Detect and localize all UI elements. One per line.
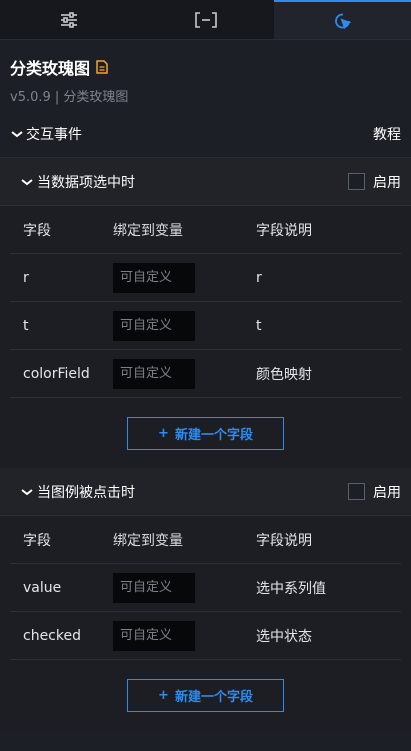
enable-label: 启用 bbox=[373, 174, 401, 191]
table-row: t t bbox=[10, 302, 401, 350]
field-description: r bbox=[256, 269, 262, 286]
variable-input[interactable] bbox=[113, 262, 195, 293]
chevron-down-icon bbox=[21, 178, 33, 185]
sliders-icon bbox=[60, 11, 77, 28]
column-header-variable: 绑定到变量 bbox=[113, 222, 183, 239]
event-item-selected: 当数据项选中时 启用 字段 绑定到变量 字段说明 r r t t colorFi… bbox=[0, 158, 411, 468]
column-header-description: 字段说明 bbox=[256, 222, 312, 239]
table-header: 字段 绑定到变量 字段说明 bbox=[10, 206, 401, 254]
bracket-icon bbox=[194, 11, 217, 28]
add-field-label: 新建一个字段 bbox=[174, 427, 253, 443]
column-header-description: 字段说明 bbox=[256, 532, 312, 549]
variable-input[interactable] bbox=[113, 572, 195, 603]
field-name: checked bbox=[23, 627, 81, 644]
tab-interaction[interactable] bbox=[274, 0, 411, 39]
chevron-down-icon bbox=[11, 130, 23, 137]
chevron-down-icon bbox=[21, 488, 33, 495]
component-title: 分类玫瑰图 bbox=[10, 59, 91, 78]
field-description: 选中状态 bbox=[256, 628, 312, 645]
field-name: colorField bbox=[23, 365, 90, 382]
plus-icon: + bbox=[158, 687, 169, 703]
table-row: colorField 颜色映射 bbox=[10, 350, 401, 398]
enable-checkbox[interactable] bbox=[348, 483, 365, 500]
field-description: 颜色映射 bbox=[256, 366, 312, 383]
tutorial-link[interactable]: 教程 bbox=[373, 124, 401, 144]
add-field-button[interactable]: + 新建一个字段 bbox=[127, 678, 284, 712]
table-header: 字段 绑定到变量 字段说明 bbox=[10, 516, 401, 564]
table-row: checked 选中状态 bbox=[10, 612, 401, 660]
enable-checkbox[interactable] bbox=[348, 173, 365, 190]
field-name: r bbox=[23, 269, 29, 286]
document-icon[interactable] bbox=[96, 60, 108, 74]
event-title: 当数据项选中时 bbox=[37, 174, 135, 191]
table-row: value 选中系列值 bbox=[10, 564, 401, 612]
table-row: r r bbox=[10, 254, 401, 302]
variable-input[interactable] bbox=[113, 310, 195, 341]
column-header-field: 字段 bbox=[23, 532, 51, 549]
event-header[interactable]: 当数据项选中时 启用 bbox=[0, 158, 411, 206]
plus-icon: + bbox=[158, 425, 169, 441]
interaction-icon bbox=[334, 13, 351, 29]
field-table: 字段 绑定到变量 字段说明 r r t t colorField 颜色映射 bbox=[0, 206, 411, 398]
field-name: t bbox=[23, 317, 29, 334]
component-header: 分类玫瑰图 v5.0.9 | 分类玫瑰图 bbox=[0, 40, 411, 110]
field-name: value bbox=[23, 579, 62, 596]
tab-data[interactable] bbox=[137, 0, 274, 39]
event-header[interactable]: 当图例被点击时 启用 bbox=[0, 468, 411, 516]
interaction-section-header[interactable]: 交互事件 教程 bbox=[0, 110, 411, 158]
component-version: v5.0.9 | 分类玫瑰图 bbox=[10, 90, 129, 105]
add-field-label: 新建一个字段 bbox=[174, 689, 253, 705]
variable-input[interactable] bbox=[113, 358, 195, 389]
field-table: 字段 绑定到变量 字段说明 value 选中系列值 checked 选中状态 bbox=[0, 516, 411, 660]
tab-style[interactable] bbox=[0, 0, 137, 39]
event-title: 当图例被点击时 bbox=[37, 484, 135, 501]
column-header-variable: 绑定到变量 bbox=[113, 532, 183, 549]
panel-tabs bbox=[0, 0, 411, 40]
event-legend-click: 当图例被点击时 启用 字段 绑定到变量 字段说明 value 选中系列值 che… bbox=[0, 468, 411, 730]
add-field-button[interactable]: + 新建一个字段 bbox=[127, 416, 284, 450]
field-description: 选中系列值 bbox=[256, 580, 326, 597]
enable-label: 启用 bbox=[373, 484, 401, 501]
column-header-field: 字段 bbox=[23, 222, 51, 239]
interaction-label: 交互事件 bbox=[26, 126, 82, 143]
field-description: t bbox=[256, 317, 262, 334]
variable-input[interactable] bbox=[113, 620, 195, 651]
